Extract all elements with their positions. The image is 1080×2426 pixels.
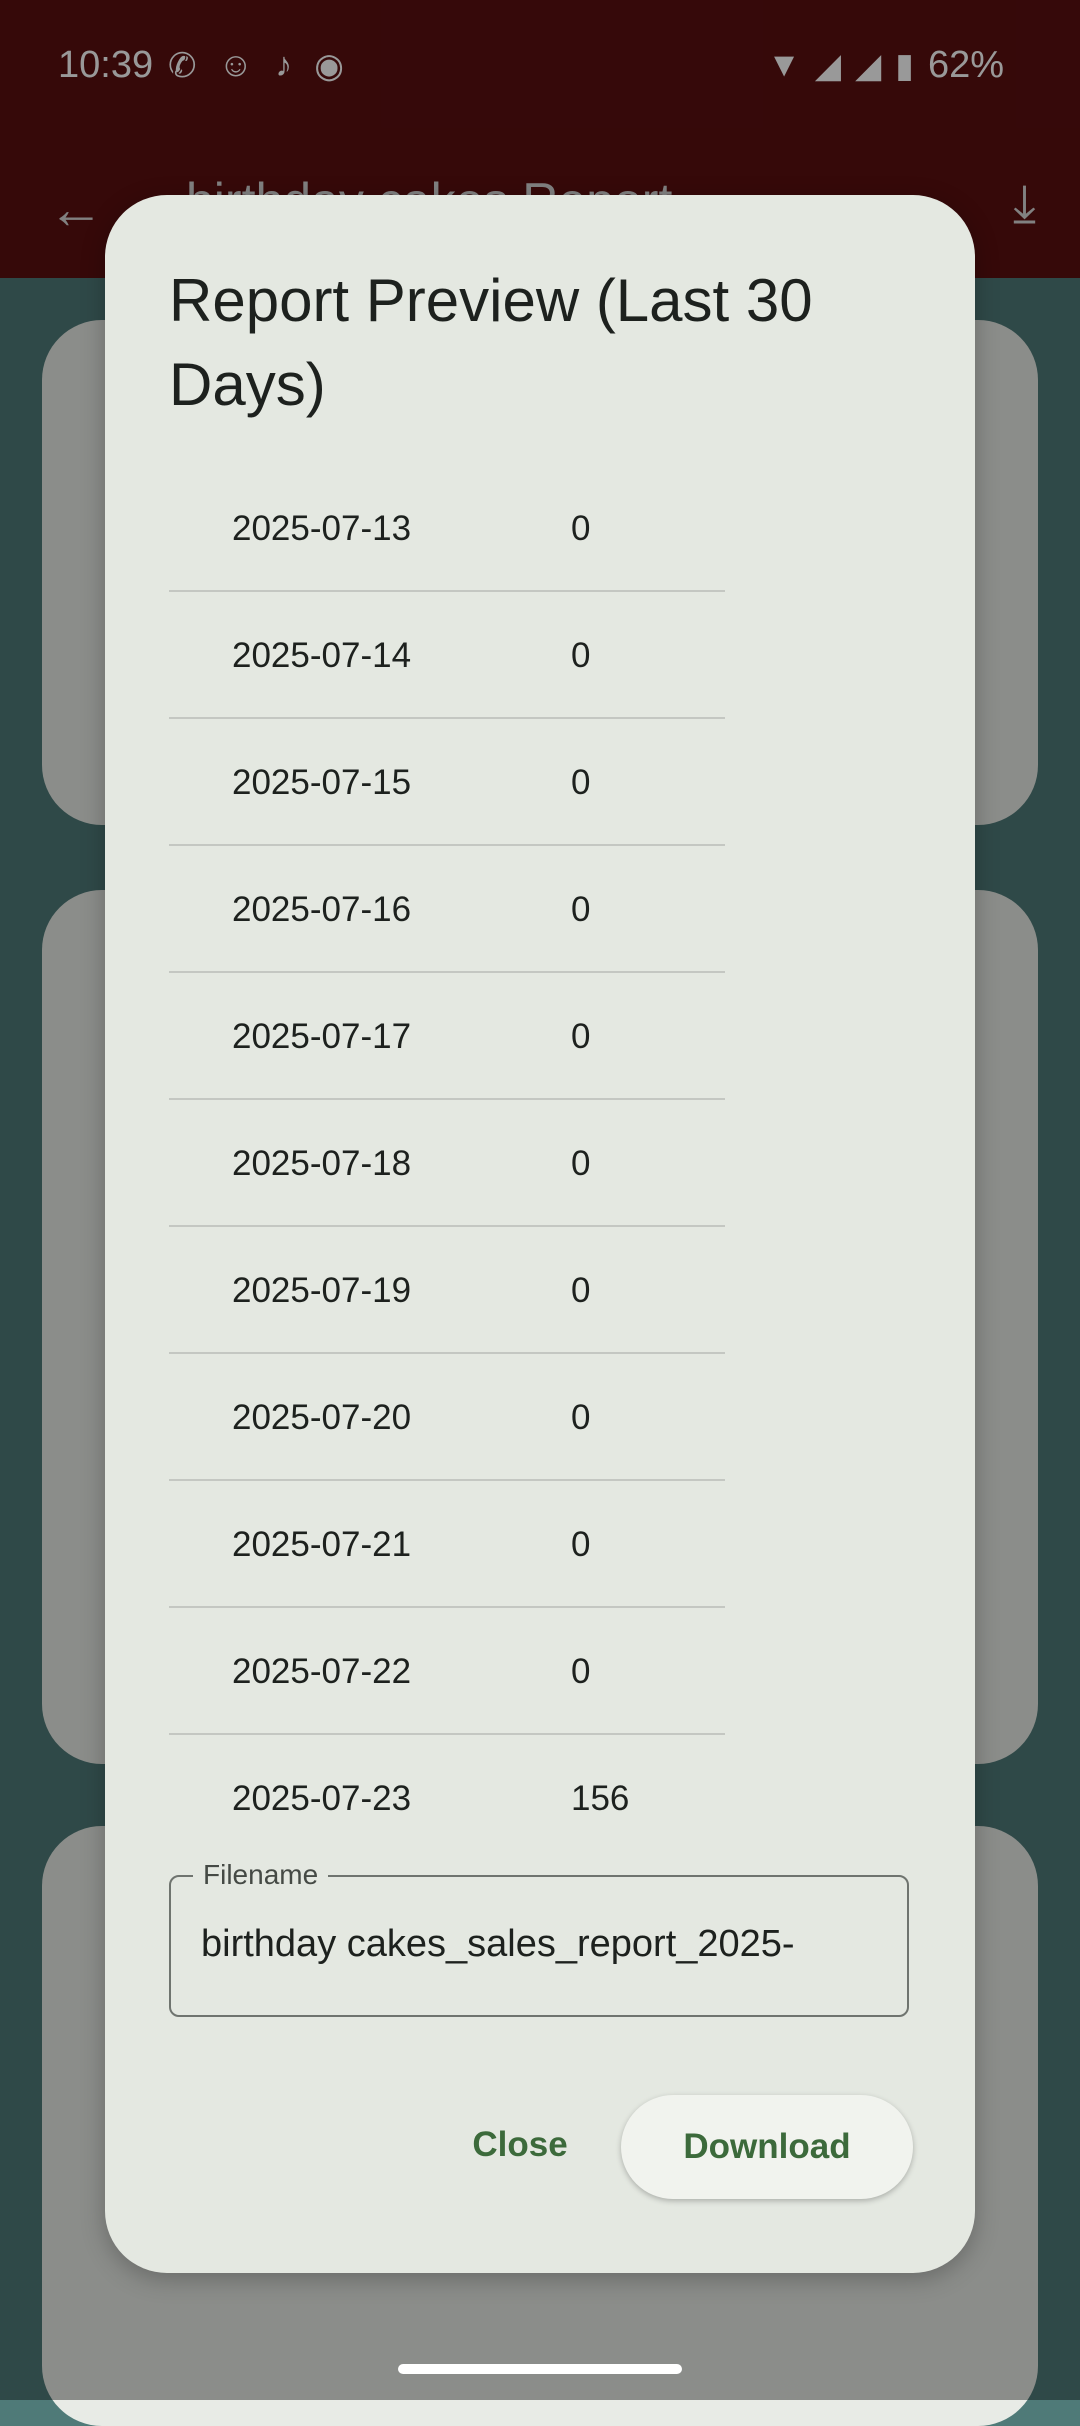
report-preview-dialog: Report Preview (Last 30 Days) 2025-07-13…: [105, 195, 975, 2273]
row-value: 0: [571, 1525, 591, 1564]
row-date: 2025-07-22: [232, 1652, 412, 1691]
table-row: 2025-07-18 0: [169, 1100, 725, 1227]
row-value: 0: [571, 1144, 591, 1183]
table-row: 2025-07-13 0: [169, 465, 725, 592]
row-value: 0: [571, 1017, 591, 1056]
dialog-title: Report Preview (Last 30 Days): [169, 267, 813, 418]
table-row: 2025-07-21 0: [169, 1481, 725, 1608]
row-date: 2025-07-14: [232, 636, 412, 675]
row-value: 0: [571, 1271, 591, 1310]
filename-input-value[interactable]: birthday cakes_sales_report_2025-: [201, 1923, 881, 1966]
download-button[interactable]: Download: [621, 2095, 913, 2199]
table-row: 2025-07-14 0: [169, 592, 725, 719]
gesture-navigation-bar[interactable]: [398, 2364, 682, 2374]
row-value: 0: [571, 763, 591, 802]
row-value: 0: [571, 636, 591, 675]
row-date: 2025-07-19: [232, 1271, 412, 1310]
table-row: 2025-07-20 0: [169, 1354, 725, 1481]
row-value: 0: [571, 890, 591, 929]
row-date: 2025-07-20: [232, 1398, 412, 1437]
row-date: 2025-07-17: [232, 1017, 412, 1056]
row-date: 2025-07-13: [232, 509, 412, 548]
table-row: 2025-07-15 0: [169, 719, 725, 846]
row-date: 2025-07-21: [232, 1525, 412, 1564]
row-date: 2025-07-15: [232, 763, 412, 802]
row-value: 0: [571, 1652, 591, 1691]
close-button[interactable]: Close: [445, 2093, 595, 2197]
filename-label: Filename: [193, 1859, 329, 1891]
row-value: 156: [571, 1779, 630, 1818]
row-date: 2025-07-18: [232, 1144, 412, 1183]
table-row: 2025-07-23 156: [169, 1735, 725, 1860]
table-row: 2025-07-16 0: [169, 846, 725, 973]
row-date: 2025-07-23: [232, 1779, 412, 1818]
filename-field[interactable]: Filename birthday cakes_sales_report_202…: [169, 1859, 909, 2017]
row-value: 0: [571, 1398, 591, 1437]
table-row: 2025-07-17 0: [169, 973, 725, 1100]
row-value: 0: [571, 509, 591, 548]
row-date: 2025-07-16: [232, 890, 412, 929]
report-table: 2025-07-13 0 2025-07-14 0 2025-07-15 0 2…: [169, 465, 725, 1860]
table-row: 2025-07-22 0: [169, 1608, 725, 1735]
table-row: 2025-07-19 0: [169, 1227, 725, 1354]
